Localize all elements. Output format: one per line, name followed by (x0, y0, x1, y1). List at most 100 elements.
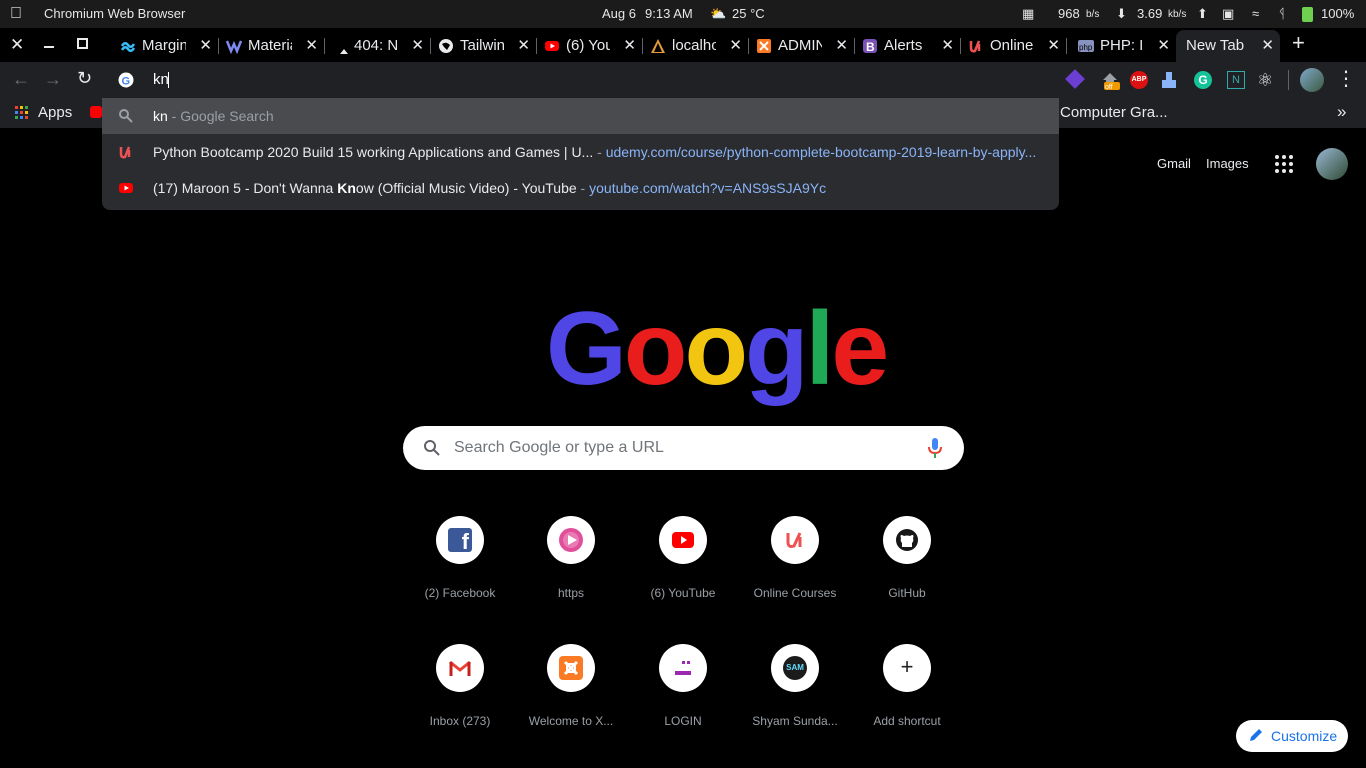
download-arrow-icon: ⬇ (1116, 6, 1127, 21)
window-maximize-icon[interactable] (77, 38, 88, 49)
indicator-icon[interactable]: ▦ (1022, 6, 1034, 22)
grammarly-icon[interactable]: G (1194, 71, 1212, 89)
github-icon (895, 528, 919, 552)
clock-date[interactable]: Aug 6 (602, 6, 636, 21)
omnibox-input[interactable]: kn (153, 71, 169, 88)
shortcut-tile (659, 644, 707, 692)
tab-close-icon[interactable]: ✕ (411, 36, 424, 54)
shortcut-xampp[interactable]: Welcome to X... (515, 644, 627, 728)
shortcut-inbox[interactable]: Inbox (273) (404, 644, 516, 728)
forward-arrow-icon[interactable]: → (44, 69, 62, 90)
shortcut-add[interactable]: + Add shortcut (851, 644, 963, 728)
suggestion-suffix: - Google Search (167, 108, 274, 124)
tab-close-icon[interactable]: ✕ (1047, 36, 1060, 54)
screen-icon[interactable]: ▣ (1222, 6, 1234, 22)
new-tab-button[interactable]: + (1292, 30, 1305, 56)
shortcut-youtube[interactable]: (6) YouTube (627, 516, 739, 600)
youtube-icon (118, 180, 134, 196)
battery-icon[interactable] (1302, 7, 1313, 22)
search-input[interactable]: Search Google or type a URL (454, 439, 664, 457)
upload-arrow-icon: ⬆ (1197, 6, 1208, 21)
apple-menu-icon[interactable]:  (10, 5, 22, 23)
images-link[interactable]: Images (1206, 156, 1249, 171)
shortcut-tile (659, 516, 707, 564)
shortcut-https[interactable]: https (515, 516, 627, 600)
tailwind-icon (120, 38, 136, 54)
tab-margin[interactable]: Margin ✕ (112, 32, 219, 60)
gmail-link[interactable]: Gmail (1157, 156, 1191, 171)
extension-off-icon[interactable]: off (1100, 70, 1120, 91)
search-icon (423, 439, 441, 457)
profile-avatar[interactable] (1300, 68, 1324, 92)
bluetooth-icon[interactable]: ᛩ (1278, 6, 1286, 21)
shortcut-online-courses[interactable]: Online Courses (739, 516, 851, 600)
back-arrow-icon[interactable]: ← (12, 69, 30, 90)
microphone-icon[interactable] (928, 438, 942, 458)
more-bookmarks-button[interactable]: » (1337, 102, 1346, 122)
tab-close-icon[interactable]: ✕ (941, 36, 954, 54)
sam-icon: SAM (783, 656, 807, 680)
wifi-icon[interactable]: ≈ (1252, 6, 1259, 21)
omnibox[interactable]: G kn (102, 62, 1059, 98)
suggestion-google-search[interactable]: kn - Google Search (102, 98, 1059, 134)
shortcut-label: LOGIN (664, 714, 702, 728)
tab-localhost[interactable]: localhost ✕ (642, 32, 749, 60)
logo-letter: G (546, 291, 627, 407)
tab-close-icon[interactable]: ✕ (835, 36, 848, 54)
shortcut-facebook[interactable]: f (2) Facebook (404, 516, 516, 600)
tab-material[interactable]: Material ✕ (218, 32, 325, 60)
shortcut-shyam[interactable]: SAM Shyam Sunda... (739, 644, 851, 728)
shortcut-label: Online Courses (753, 586, 837, 600)
react-devtools-icon[interactable]: ⚛ (1257, 70, 1273, 91)
apps-bookmark[interactable]: Apps (38, 104, 72, 121)
tab-youtube[interactable]: (6) You ✕ (536, 32, 643, 60)
svg-text:G: G (122, 76, 131, 88)
omnibox-dropdown: G kn kn - Google Search Python Bootcamp … (102, 62, 1059, 210)
tab-label: New Tab (1186, 37, 1245, 54)
adblock-icon[interactable]: ABP (1130, 71, 1148, 89)
customize-button[interactable]: Customize (1236, 720, 1348, 752)
suggestion-youtube[interactable]: (17) Maroon 5 - Don't Wanna Know (Offici… (102, 170, 1059, 206)
more-menu-icon[interactable]: ⋮ (1336, 66, 1356, 91)
tab-online[interactable]: Online ✕ (960, 32, 1067, 60)
tab-php[interactable]: php PHP: I ✕ (1070, 32, 1176, 60)
tab-tailwind[interactable]: Tailwind ✕ (430, 32, 537, 60)
active-app-name[interactable]: Chromium Web Browser (44, 6, 185, 21)
youtube-bookmark-icon[interactable] (90, 106, 102, 118)
shortcut-login[interactable]: LOGIN (627, 644, 739, 728)
tab-404[interactable]: 404: N ✕ (324, 32, 431, 60)
shortcut-label: Welcome to X... (528, 714, 614, 728)
text-cursor (168, 72, 169, 88)
tab-close-icon[interactable]: ✕ (1157, 36, 1170, 54)
search-box[interactable]: Search Google or type a URL (403, 426, 964, 470)
tab-alerts[interactable]: B Alerts ✕ (854, 32, 961, 60)
clock-time[interactable]: 9:13 AM (645, 6, 693, 21)
google-apps-icon[interactable] (1275, 155, 1293, 173)
tab-admin[interactable]: ADMIN ✕ (748, 32, 855, 60)
computer-graphics-bookmark[interactable]: Computer Gra... (1060, 104, 1168, 121)
logo-letter: o (684, 291, 748, 407)
suggestion-udemy[interactable]: Python Bootcamp 2020 Build 15 working Ap… (102, 134, 1059, 170)
tab-new-tab[interactable]: New Tab ✕ (1176, 30, 1280, 62)
account-avatar[interactable] (1316, 148, 1348, 180)
shortcut-tile: SAM (771, 644, 819, 692)
extension-diamond-icon[interactable] (1065, 69, 1085, 89)
tab-close-icon[interactable]: ✕ (305, 36, 318, 54)
pencil-icon (1248, 727, 1264, 743)
tab-close-icon[interactable]: ✕ (729, 36, 742, 54)
xampp-icon (756, 38, 772, 54)
extension-puzzle-icon[interactable] (1162, 72, 1176, 88)
reload-icon[interactable]: ↻ (77, 68, 92, 89)
svg-text:off: off (1105, 84, 1113, 90)
window-minimize-icon[interactable] (44, 46, 54, 48)
tab-close-icon[interactable]: ✕ (623, 36, 636, 54)
tab-close-icon[interactable]: ✕ (199, 36, 212, 54)
tab-label: Online (990, 37, 1034, 54)
shortcut-label: GitHub (888, 586, 926, 600)
tab-close-icon[interactable]: ✕ (517, 36, 530, 54)
extension-n-icon[interactable]: N (1227, 71, 1245, 89)
window-close-icon[interactable]: ✕ (10, 35, 24, 55)
shortcut-tile (436, 644, 484, 692)
tab-close-icon[interactable]: ✕ (1261, 36, 1274, 54)
shortcut-github[interactable]: GitHub (851, 516, 963, 600)
